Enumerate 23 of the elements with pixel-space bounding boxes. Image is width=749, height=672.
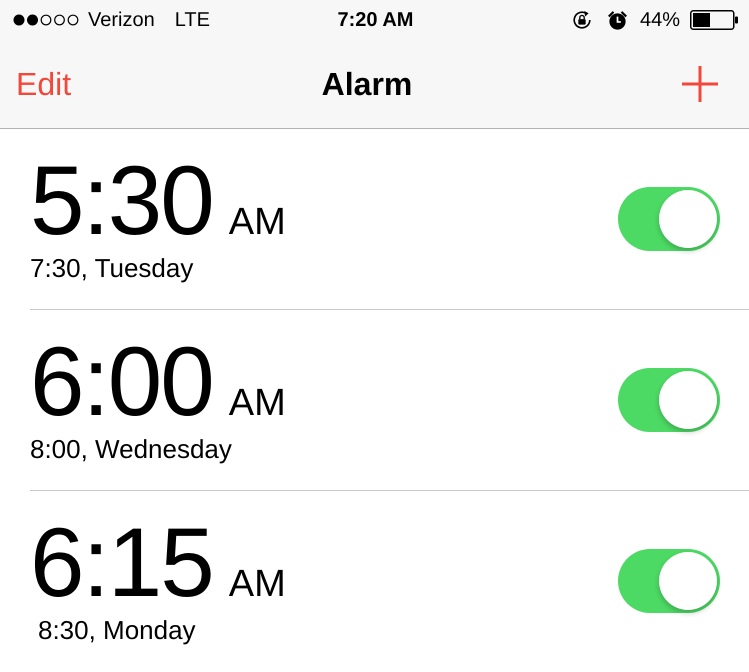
navigation-title: Alarm — [322, 66, 412, 102]
battery-percentage: 44% — [640, 8, 680, 32]
edit-button[interactable]: Edit — [16, 66, 72, 102]
alarm-label: 7:30, Tuesday — [30, 253, 194, 285]
am-pm-label: AM — [228, 203, 286, 242]
rotation-lock-icon — [570, 9, 593, 31]
toggle-switch[interactable] — [618, 549, 720, 613]
carrier-name: Verizon — [88, 8, 155, 32]
battery-icon — [690, 10, 738, 30]
am-pm-label: AM — [228, 565, 286, 604]
alarm-label: 8:00, Wednesday — [30, 434, 232, 466]
signal-icon — [13, 14, 79, 26]
alarm-time: 6:00 — [30, 332, 213, 430]
alarm-time: 5:30 — [30, 151, 213, 250]
alarm-time: 6:15 — [30, 513, 213, 612]
toggle-switch[interactable] — [618, 368, 720, 432]
alarm-label: 8:30, Monday — [38, 615, 196, 647]
toggle-switch[interactable] — [618, 187, 720, 251]
add-icon[interactable] — [682, 66, 718, 102]
alarm-clock-icon — [606, 10, 628, 30]
network-type: LTE — [174, 8, 210, 32]
am-pm-label: AM — [228, 384, 286, 422]
status-time: 7:20 AM — [338, 8, 414, 32]
